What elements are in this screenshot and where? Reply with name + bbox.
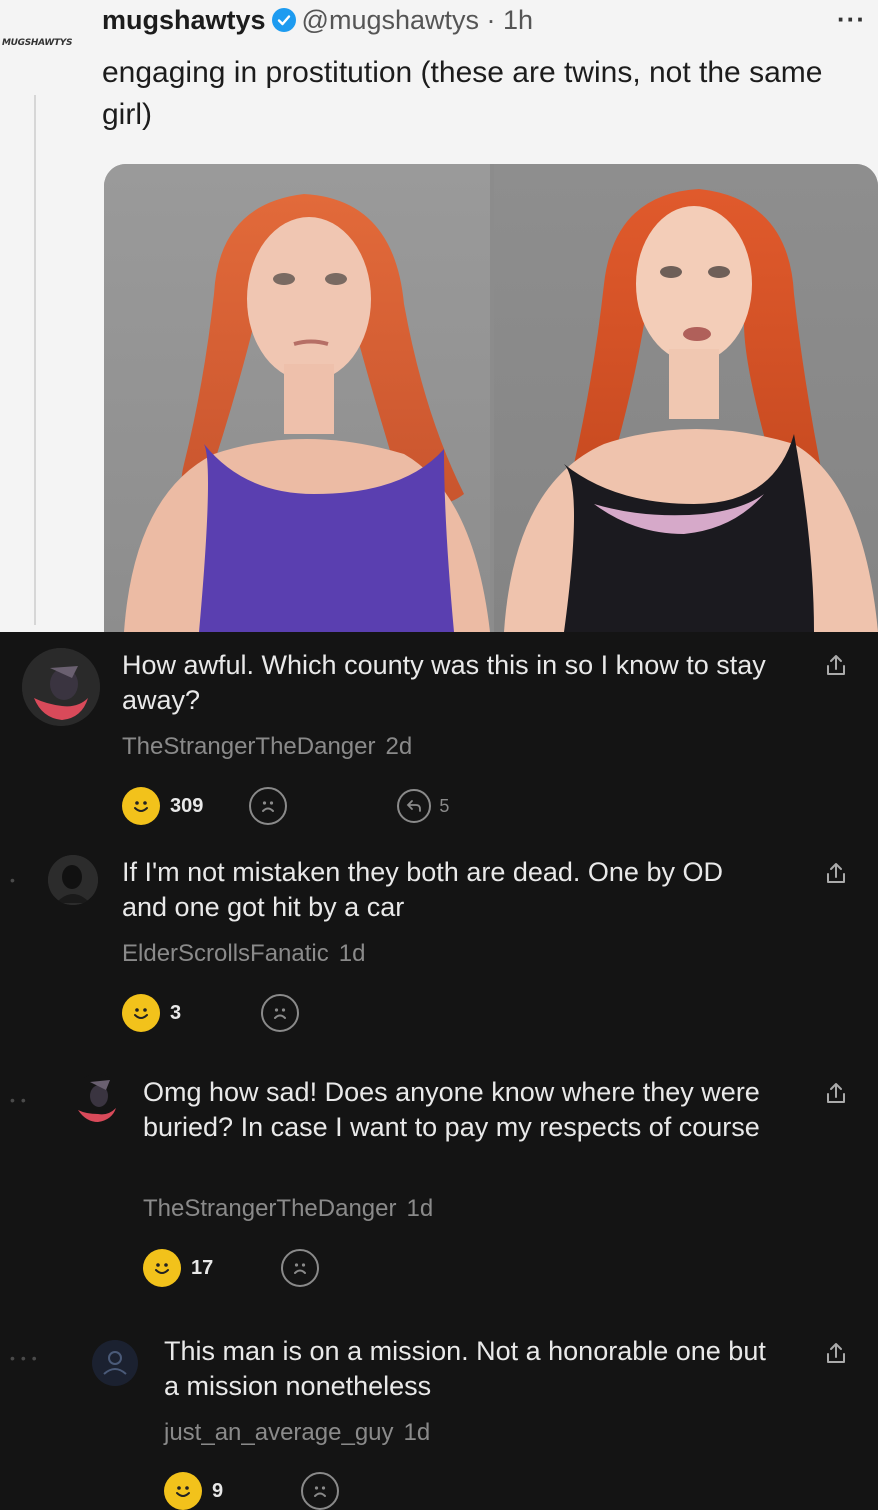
share-icon[interactable]: [822, 860, 850, 888]
comment-author[interactable]: just_an_average_guy: [164, 1419, 394, 1446]
share-icon[interactable]: [822, 652, 850, 680]
handle-and-time: @mugshawtys · 1h: [301, 4, 534, 35]
tweet-media[interactable]: [104, 164, 878, 632]
tweet-card: MUGSHAWTYS mugshawtys @mugshawtys · 1h ·…: [0, 0, 878, 632]
share-icon[interactable]: [822, 1080, 850, 1108]
comment-author[interactable]: TheStrangerTheDanger: [143, 1195, 396, 1222]
more-options-icon[interactable]: ···: [837, 4, 866, 35]
comment-author[interactable]: ElderScrollsFanatic: [122, 940, 329, 967]
frown-react-icon[interactable]: [261, 994, 300, 1032]
like-count: 309: [170, 794, 204, 817]
comment-time: 1d: [406, 1195, 434, 1222]
comment-text: Omg how sad! Does anyone know where they…: [143, 1077, 760, 1142]
reaction-bar: 17: [143, 1249, 320, 1287]
avatar[interactable]: [22, 648, 100, 726]
comment-time: 1d: [338, 940, 366, 967]
thread-indent: •••: [10, 1350, 43, 1366]
comment-author[interactable]: TheStrangerTheDanger: [122, 733, 375, 760]
comment-text: How awful. Which county was this in so I…: [122, 650, 766, 715]
like-count: 9: [212, 1479, 224, 1502]
share-icon[interactable]: [822, 1340, 850, 1368]
replies-icon: [397, 789, 432, 823]
frown-react-icon[interactable]: [249, 787, 288, 825]
thread-indent: •: [10, 872, 21, 888]
comment-time: 2d: [385, 733, 413, 760]
comment-meta: TheStrangerTheDanger 2d: [122, 733, 412, 761]
comment-meta: TheStrangerTheDanger 1d: [143, 1195, 433, 1223]
reply-count-value: 5: [439, 795, 450, 816]
frown-react-icon[interactable]: [281, 1249, 320, 1287]
avatar[interactable]: [72, 1074, 122, 1124]
tweet-text: engaging in prostitution (these are twin…: [102, 56, 823, 131]
frown-react-icon[interactable]: [301, 1472, 340, 1510]
like-count: 17: [191, 1256, 214, 1279]
account-avatar-logo[interactable]: MUGSHAWTYS: [2, 38, 80, 58]
smile-react-icon[interactable]: [164, 1472, 202, 1510]
smile-react-icon[interactable]: [143, 1249, 181, 1287]
smile-react-icon[interactable]: [122, 787, 160, 825]
reaction-bar: 309 5: [122, 787, 449, 825]
mugshot-photo-right[interactable]: [494, 164, 878, 632]
comment-meta: just_an_average_guy 1d: [164, 1419, 430, 1447]
tweet-header: mugshawtys @mugshawtys · 1h: [102, 2, 533, 38]
comment-time: 1d: [403, 1419, 431, 1446]
comment-text: This man is on a mission. Not a honorabl…: [164, 1336, 766, 1401]
reaction-bar: 9: [164, 1472, 340, 1510]
like-count: 3: [170, 1001, 182, 1024]
avatar[interactable]: [48, 855, 98, 905]
mugshot-photo-left[interactable]: [104, 164, 490, 632]
verified-badge-icon: [271, 8, 296, 32]
thread-indent: ••: [10, 1092, 32, 1108]
avatar[interactable]: [92, 1340, 138, 1386]
smile-react-icon[interactable]: [122, 994, 160, 1032]
display-name[interactable]: mugshawtys: [102, 5, 266, 36]
thread-line: [34, 95, 36, 625]
reaction-bar: 3: [122, 994, 300, 1032]
comment-text: If I'm not mistaken they both are dead. …: [122, 857, 723, 922]
comment-meta: ElderScrollsFanatic 1d: [122, 940, 365, 968]
reply-count[interactable]: 5: [397, 789, 449, 823]
